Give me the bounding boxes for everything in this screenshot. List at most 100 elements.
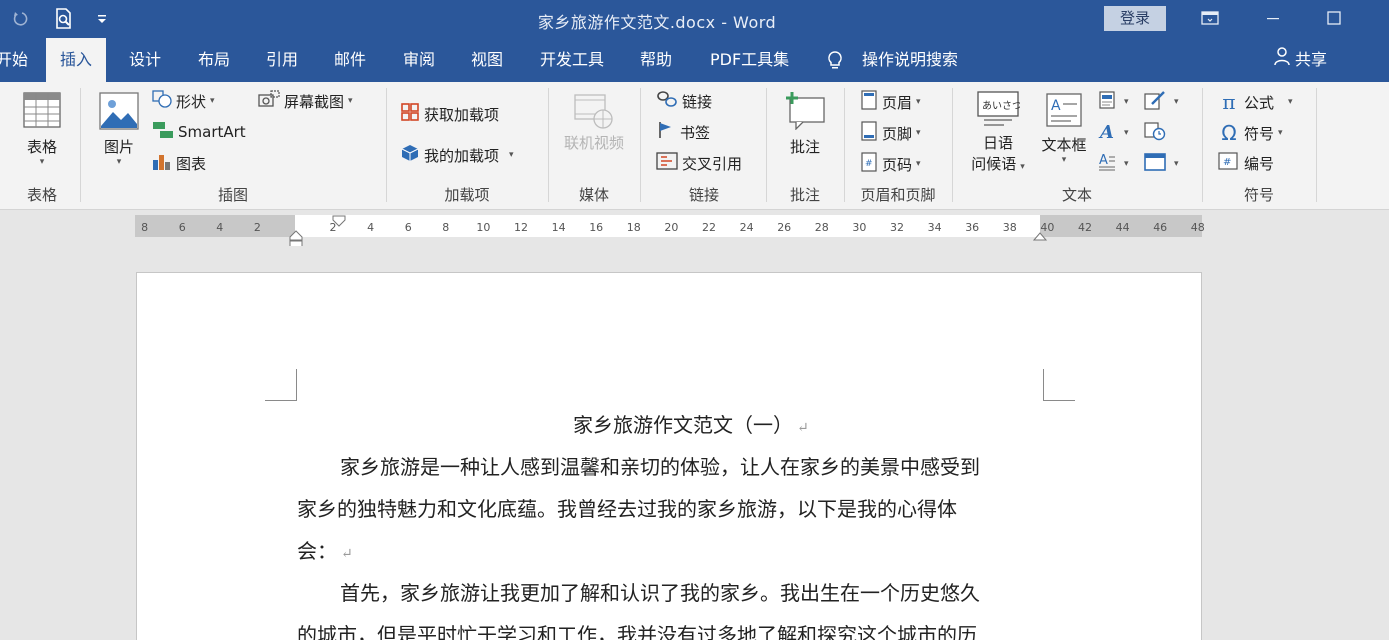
title-bar: 家乡旅游作文范文.docx - Word 登录: [0, 0, 1389, 38]
number-icon: #: [1218, 152, 1240, 174]
ruler-tick: 4: [216, 221, 224, 234]
quick-parts-button[interactable]: ▾: [1098, 90, 1129, 114]
date-time-button[interactable]: [1144, 121, 1170, 145]
drop-cap-button[interactable]: A ▾: [1098, 152, 1129, 176]
symbol-button[interactable]: Ω 符号 ▾: [1218, 121, 1282, 145]
ruler-tick: 38: [1002, 221, 1017, 234]
link-label: 链接: [682, 92, 713, 111]
page-number-button[interactable]: # 页码 ▾: [860, 152, 921, 176]
header-icon: [860, 90, 878, 114]
ruler-area: 8642 2 4 6 8 10 12 14 16 18 20 22 24 26 28 30 32 34 36 38 4…: [0, 210, 1389, 249]
new-comment-button[interactable]: 批注: [782, 90, 828, 157]
ruler-tick: 4: [367, 221, 375, 234]
ruler-tick: 22: [702, 221, 716, 234]
chevron-down-icon: ▾: [210, 96, 215, 106]
picture-button[interactable]: 图片 ▾: [98, 92, 140, 167]
group-divider: [766, 88, 767, 202]
cross-reference-button[interactable]: 交叉引用: [656, 152, 742, 174]
login-button[interactable]: 登录: [1104, 6, 1166, 31]
ruler-tick: 48: [1190, 221, 1205, 234]
textbox-button[interactable]: A 文本框 ▾: [1038, 92, 1090, 165]
my-addins-button[interactable]: 我的加载项 ▾: [400, 143, 514, 167]
addin-cube-icon: [400, 143, 420, 167]
ruler-tick: 30: [852, 221, 867, 234]
group-label-addins: 加载项: [444, 186, 490, 204]
tab-view[interactable]: 视图: [471, 38, 503, 82]
paragraph-mark: ↵: [341, 546, 353, 562]
signature-line-button[interactable]: ▾: [1144, 90, 1179, 114]
right-indent-marker[interactable]: [1032, 227, 1048, 246]
chevron-down-icon: ▾: [1288, 97, 1293, 107]
japanese-greeting-icon: あいさつ: [966, 90, 1030, 132]
ruler-tick: 34: [927, 221, 942, 234]
online-video-button[interactable]: 联机视频: [558, 92, 630, 153]
table-icon: [20, 92, 64, 132]
tab-mailings[interactable]: 邮件: [334, 38, 366, 82]
link-button[interactable]: 链接: [656, 90, 712, 112]
maximize-icon[interactable]: [1319, 5, 1349, 31]
tell-me-search[interactable]: 操作说明搜索: [862, 38, 958, 82]
tab-references[interactable]: 引用: [266, 38, 298, 82]
paragraph-mark: ↵: [797, 420, 809, 436]
comment-icon: [782, 90, 828, 134]
group-label-header-footer: 页眉和页脚: [860, 186, 936, 204]
group-divider: [386, 88, 387, 202]
body-line[interactable]: 首先，家乡旅游让我更加了解和认识了我的家乡。我出生在一个历史悠久: [340, 577, 980, 606]
store-icon: [400, 102, 420, 126]
shapes-button[interactable]: 形状 ▾: [152, 90, 215, 112]
bookmark-button[interactable]: 书签: [656, 121, 710, 143]
my-addins-label: 我的加载项: [424, 146, 500, 165]
textbox-label: 文本框: [1041, 136, 1087, 154]
cross-reference-label: 交叉引用: [682, 154, 743, 173]
minimize-icon[interactable]: [1258, 5, 1288, 31]
ruler-left-margin: [135, 215, 295, 237]
tab-design[interactable]: 设计: [129, 38, 161, 82]
picture-icon: [98, 92, 140, 134]
document-heading[interactable]: 家乡旅游作文范文（一） ↵: [573, 409, 809, 438]
tab-home[interactable]: 开始: [0, 38, 28, 82]
tab-review[interactable]: 审阅: [403, 38, 435, 82]
table-button[interactable]: 表格 ▾: [20, 92, 64, 167]
chart-button[interactable]: 图表: [152, 152, 206, 174]
first-line-indent-marker[interactable]: [332, 212, 346, 231]
body-line[interactable]: 家乡的独特魅力和文化底蕴。我曾经去过我的家乡旅游，以下是我的心得体: [297, 493, 957, 522]
tab-pdf-tools[interactable]: PDF工具集: [710, 38, 789, 82]
get-addins-button[interactable]: 获取加载项: [400, 102, 499, 126]
shapes-icon: [152, 90, 172, 112]
number-button[interactable]: # 编号: [1218, 152, 1274, 174]
ruler-tick: 2: [253, 221, 261, 234]
tab-layout[interactable]: 布局: [198, 38, 230, 82]
chart-icon: [152, 152, 172, 174]
header-button[interactable]: 页眉 ▾: [860, 90, 921, 114]
japanese-greetings-button[interactable]: あいさつ 日语 问候语 ▾: [966, 90, 1030, 174]
screenshot-button[interactable]: 屏幕截图 ▾: [258, 90, 353, 112]
ruler-tick: 8: [141, 221, 149, 234]
svg-text:あいさつ: あいさつ: [982, 100, 1020, 112]
footer-icon: [860, 121, 878, 145]
get-addins-label: 获取加载项: [424, 105, 500, 124]
body-line[interactable]: 会： ↵: [297, 535, 353, 564]
tab-help[interactable]: 帮助: [640, 38, 672, 82]
pi-icon: π: [1222, 90, 1236, 114]
ribbon-display-options-icon[interactable]: [1195, 5, 1225, 31]
smartart-button[interactable]: SmartArt: [152, 121, 246, 143]
tab-developer[interactable]: 开发工具: [540, 38, 604, 82]
footer-button[interactable]: 页脚 ▾: [860, 121, 921, 145]
object-button[interactable]: ▾: [1144, 152, 1179, 176]
japanese-greetings-label-2: 问候语: [971, 155, 1017, 173]
body-line[interactable]: 的城市，但是平时忙于学习和工作，我并没有过多地了解和探究这个城市的历: [297, 619, 977, 640]
group-label-comments: 批注: [789, 186, 820, 204]
body-line[interactable]: 家乡旅游是一种让人感到温馨和亲切的体验，让人在家乡的美景中感受到: [340, 451, 980, 480]
equation-button[interactable]: π 公式 ▾: [1218, 90, 1293, 114]
tab-insert[interactable]: 插入: [46, 38, 107, 82]
quick-parts-icon: [1098, 90, 1116, 114]
share-button[interactable]: 共享: [1273, 38, 1327, 82]
svg-text:A: A: [1098, 122, 1114, 141]
wordart-icon: A: [1098, 121, 1116, 145]
page-number-icon: #: [860, 152, 878, 176]
ruler-tick: 8: [442, 221, 450, 234]
document-page[interactable]: 家乡旅游作文范文（一） ↵ 家乡旅游是一种让人感到温馨和亲切的体验，让人在家乡的美…: [136, 272, 1202, 640]
wordart-button[interactable]: A ▾: [1098, 121, 1129, 145]
lightbulb-icon[interactable]: [826, 50, 844, 72]
chevron-down-icon: ▾: [916, 97, 921, 107]
